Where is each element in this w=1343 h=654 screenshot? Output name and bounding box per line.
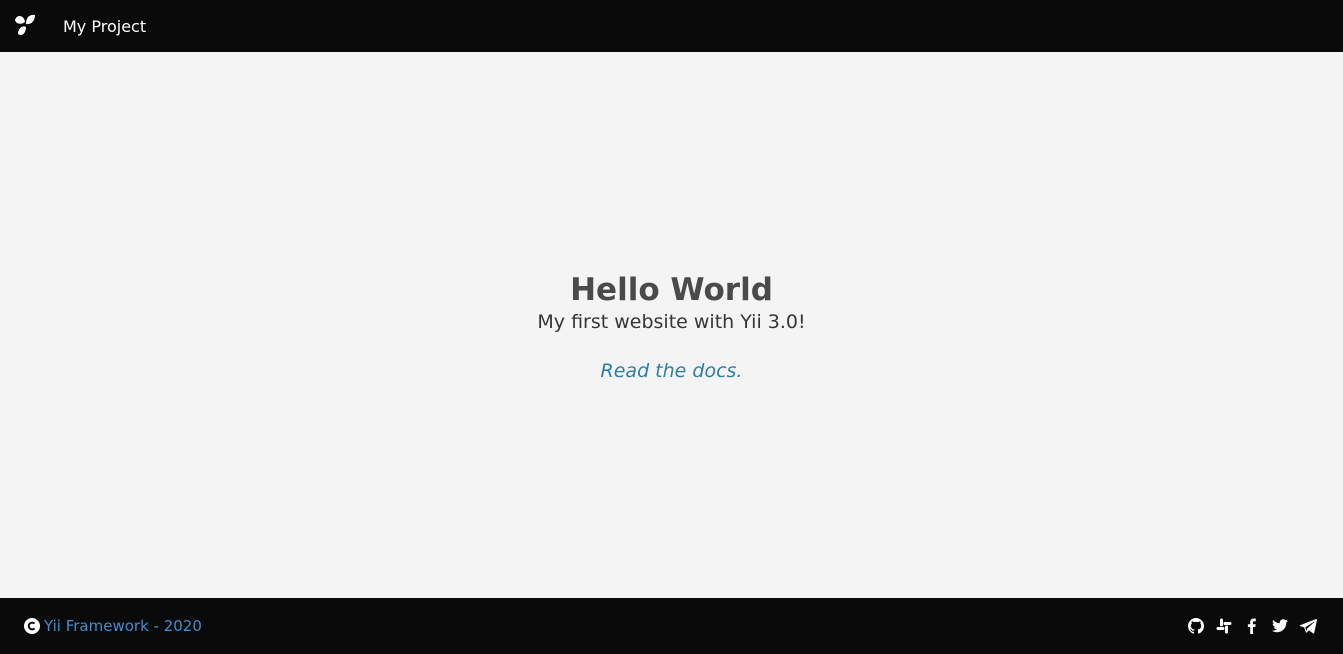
brand-name-link[interactable]: My Project [63,0,146,52]
page-footer: Yii Framework - 2020 [0,598,1343,654]
github-icon[interactable] [1187,617,1205,635]
copyright-icon [24,618,40,634]
top-navbar: My Project [0,0,1343,52]
main-content: Hello World My first website with Yii 3.… [0,52,1343,598]
copyright-link[interactable]: Yii Framework - 2020 [44,617,202,635]
copyright: Yii Framework - 2020 [24,617,202,635]
telegram-icon[interactable] [1299,617,1317,635]
read-docs-link[interactable]: Read the docs. [601,358,743,384]
social-links [1187,616,1317,636]
hero-section: Hello World My first website with Yii 3.… [0,271,1343,384]
page-subtitle: My first website with Yii 3.0! [537,311,806,333]
page-title: Hello World [570,272,773,308]
facebook-icon[interactable] [1243,617,1261,635]
yii-logo-icon[interactable] [12,12,38,40]
twitter-icon[interactable] [1271,617,1289,635]
slack-icon[interactable] [1215,617,1233,635]
